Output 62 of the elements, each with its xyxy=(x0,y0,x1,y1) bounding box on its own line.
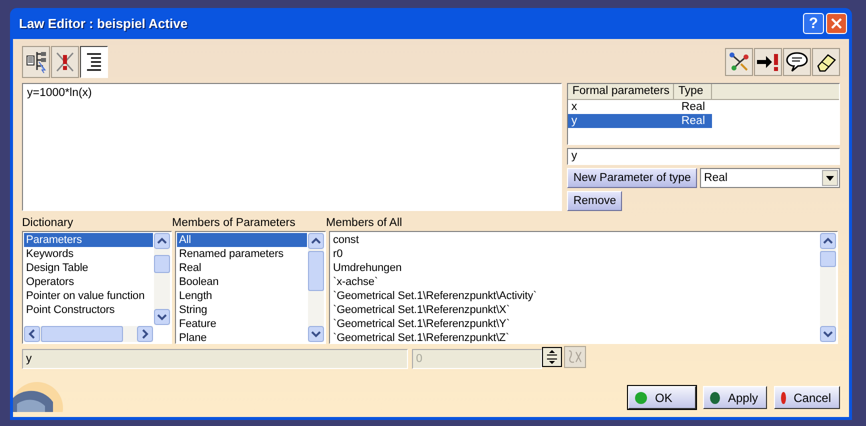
list-item[interactable]: Length xyxy=(177,289,307,303)
list-item[interactable]: Umdrehungen xyxy=(331,261,819,275)
column-header[interactable]: Type xyxy=(674,84,712,99)
list-item[interactable]: Real xyxy=(177,261,307,275)
list-item[interactable]: `Geometrical Set.1\Referenzpunkt\X` xyxy=(331,303,819,317)
horizontal-scrollbar[interactable] xyxy=(24,326,153,342)
list-item[interactable]: String xyxy=(177,303,307,317)
table-row[interactable]: x Real xyxy=(568,100,712,114)
sparkle-network-icon xyxy=(728,51,750,73)
list-item[interactable]: Renamed parameters xyxy=(177,247,307,261)
list-item[interactable]: Operators xyxy=(24,275,153,289)
scrollbar[interactable] xyxy=(154,233,170,325)
dialog-button[interactable]: OK xyxy=(628,386,696,409)
list-item[interactable]: r0 xyxy=(331,247,819,261)
spin-arrows-icon[interactable] xyxy=(542,346,562,366)
toolbar-button[interactable] xyxy=(725,48,753,76)
dialog-button[interactable]: Apply xyxy=(703,386,767,409)
close-button[interactable] xyxy=(826,13,847,34)
scroll-thumb[interactable] xyxy=(820,251,836,267)
formula-editor[interactable]: y=1000*ln(x) xyxy=(22,83,562,211)
list-item[interactable]: Pointer on value function xyxy=(24,289,153,303)
help-button[interactable]: ? xyxy=(803,13,824,34)
cross-exclamation-icon xyxy=(54,50,76,74)
window-title: Law Editor : beispiel Active xyxy=(19,16,189,31)
column-header[interactable]: Formal parameters xyxy=(568,84,674,99)
list-item[interactable]: Boolean xyxy=(177,275,307,289)
table-row[interactable]: y Real xyxy=(568,114,712,128)
list-item[interactable]: All xyxy=(177,233,307,247)
list-item[interactable]: `x-achse` xyxy=(331,275,819,289)
type-dropdown[interactable]: Real xyxy=(700,168,840,188)
list-item[interactable]: Feature xyxy=(177,317,307,331)
list-item[interactable]: `Geometrical Set.1\Referenzpunkt\Activity` xyxy=(331,289,819,303)
list-item[interactable]: Keywords xyxy=(24,247,153,261)
new-parameter-button[interactable]: New Parameter of type xyxy=(567,168,697,188)
close-icon xyxy=(831,18,842,29)
toolbar-button[interactable] xyxy=(80,46,108,78)
list-item[interactable]: Point Constructors xyxy=(24,303,153,317)
toolbar-button[interactable] xyxy=(754,48,782,76)
list-item[interactable]: Plane xyxy=(177,331,307,343)
tree-list-icon xyxy=(25,50,47,74)
list-item[interactable]: `Geometrical Set.1\Referenzpunkt\Y` xyxy=(331,317,819,331)
list-item[interactable]: `Geometrical Set.1\Referenzpunkt\Z` xyxy=(331,331,819,343)
scroll-thumb[interactable] xyxy=(41,326,123,342)
list-label: Members of All xyxy=(326,217,404,231)
list-item[interactable]: const xyxy=(331,233,819,247)
list-label: Dictionary xyxy=(22,217,74,231)
list-item[interactable]: Parameters xyxy=(24,233,153,247)
toolbar-button[interactable] xyxy=(22,46,50,78)
toolbar-button[interactable] xyxy=(783,48,811,76)
arrow-exclamation-icon xyxy=(756,51,780,73)
list-item[interactable]: Design Table xyxy=(24,261,153,275)
scrollbar[interactable] xyxy=(308,233,324,342)
remove-button[interactable]: Remove xyxy=(567,191,622,211)
dialog-button[interactable]: Cancel xyxy=(774,386,840,409)
speech-bubble-icon xyxy=(786,51,808,73)
name-field[interactable]: y xyxy=(567,148,840,165)
scroll-thumb[interactable] xyxy=(308,251,324,291)
scrollbar[interactable] xyxy=(820,233,836,342)
toolbar-button[interactable] xyxy=(812,48,840,76)
scroll-thumb[interactable] xyxy=(154,255,170,273)
list-label: Members of Parameters xyxy=(172,217,296,231)
value-field[interactable]: y xyxy=(22,349,408,369)
